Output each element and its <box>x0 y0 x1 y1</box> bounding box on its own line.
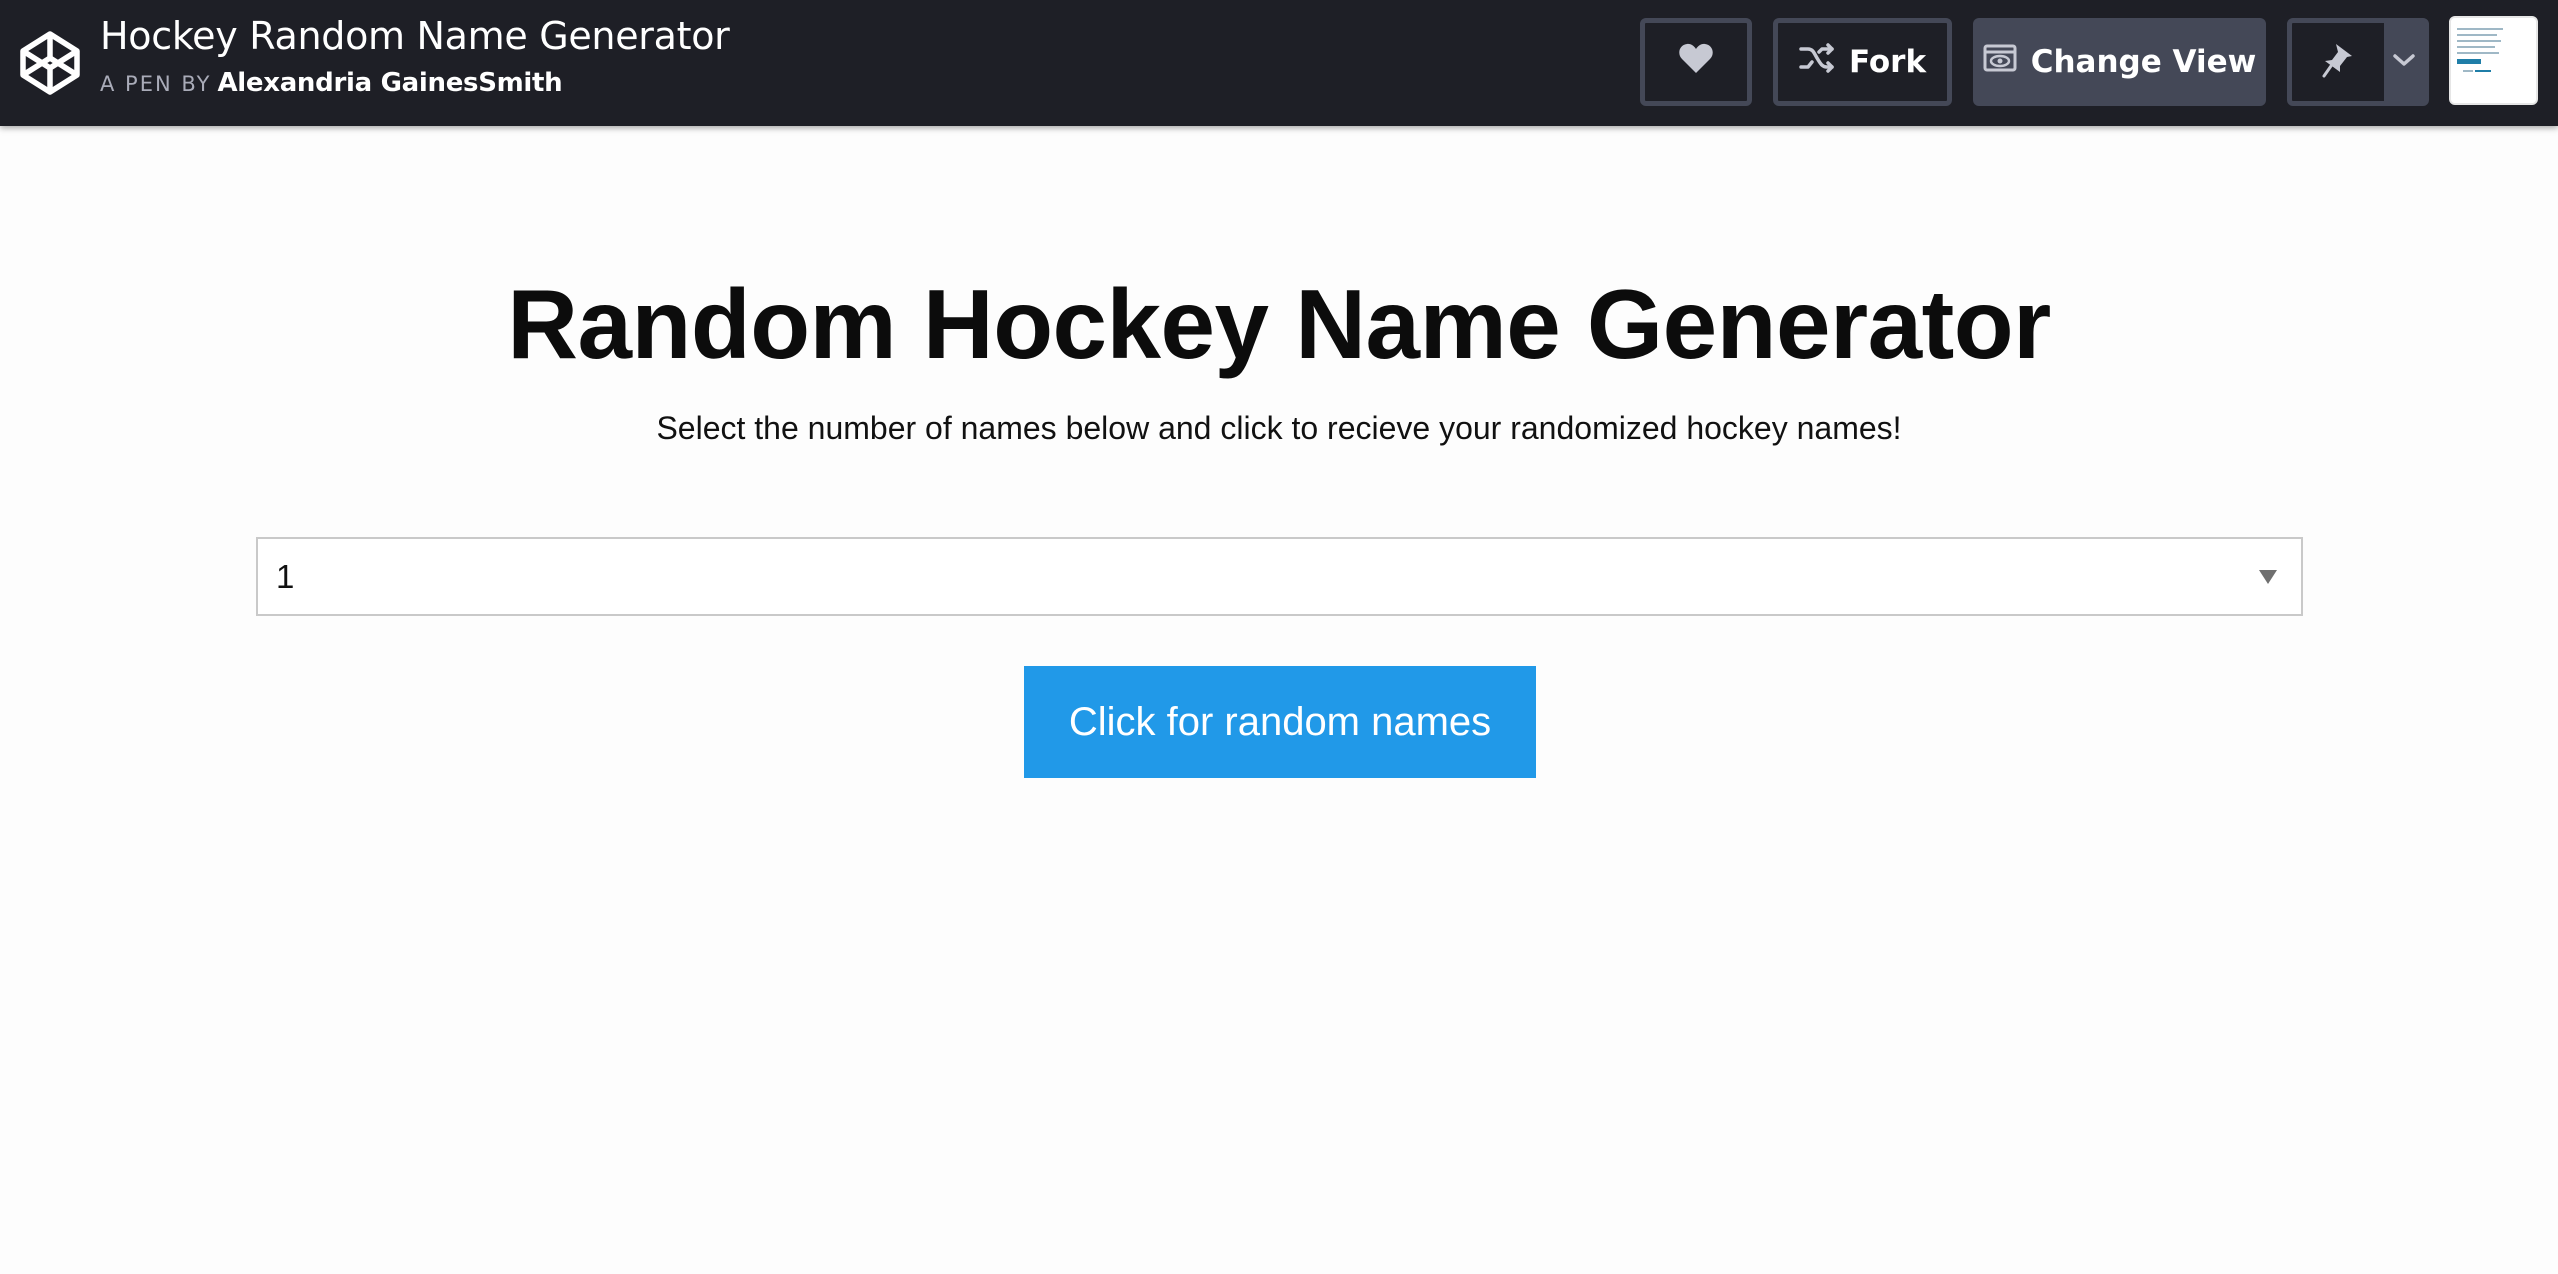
fork-label: Fork <box>1848 44 1927 80</box>
eye-icon <box>1983 43 2017 81</box>
change-view-button[interactable]: Change View <box>1973 18 2266 106</box>
pin-button[interactable] <box>2292 23 2384 101</box>
fork-icon <box>1799 43 1835 81</box>
pin-icon <box>2322 42 2354 83</box>
select-arrow-icon <box>2259 570 2277 584</box>
chevron-down-icon <box>2392 52 2416 73</box>
pin-dropdown-button[interactable] <box>2384 23 2424 101</box>
pen-by-label: A PEN BY <box>100 72 212 96</box>
user-avatar[interactable] <box>2449 16 2538 105</box>
heart-button[interactable] <box>1640 18 1752 106</box>
select-value: 1 <box>276 557 295 595</box>
random-names-button[interactable]: Click for random names <box>1024 666 1536 778</box>
author-link[interactable]: Alexandria GainesSmith <box>217 68 562 98</box>
pen-title: Hockey Random Name Generator <box>100 14 730 58</box>
change-view-label: Change View <box>2030 44 2257 80</box>
codepen-logo-icon[interactable] <box>18 29 82 97</box>
name-count-select[interactable]: 1 <box>256 537 2303 616</box>
heart-icon <box>1678 42 1714 82</box>
codepen-header: Hockey Random Name Generator A PEN BY Ale… <box>0 0 2558 126</box>
pin-button-group <box>2287 18 2429 106</box>
page-subtitle: Select the number of names below and cli… <box>656 410 1902 446</box>
fork-button[interactable]: Fork <box>1773 18 1952 106</box>
page-title: Random Hockey Name Generator <box>507 269 2051 379</box>
pen-attribution: A PEN BY Alexandria GainesSmith <box>100 68 563 98</box>
